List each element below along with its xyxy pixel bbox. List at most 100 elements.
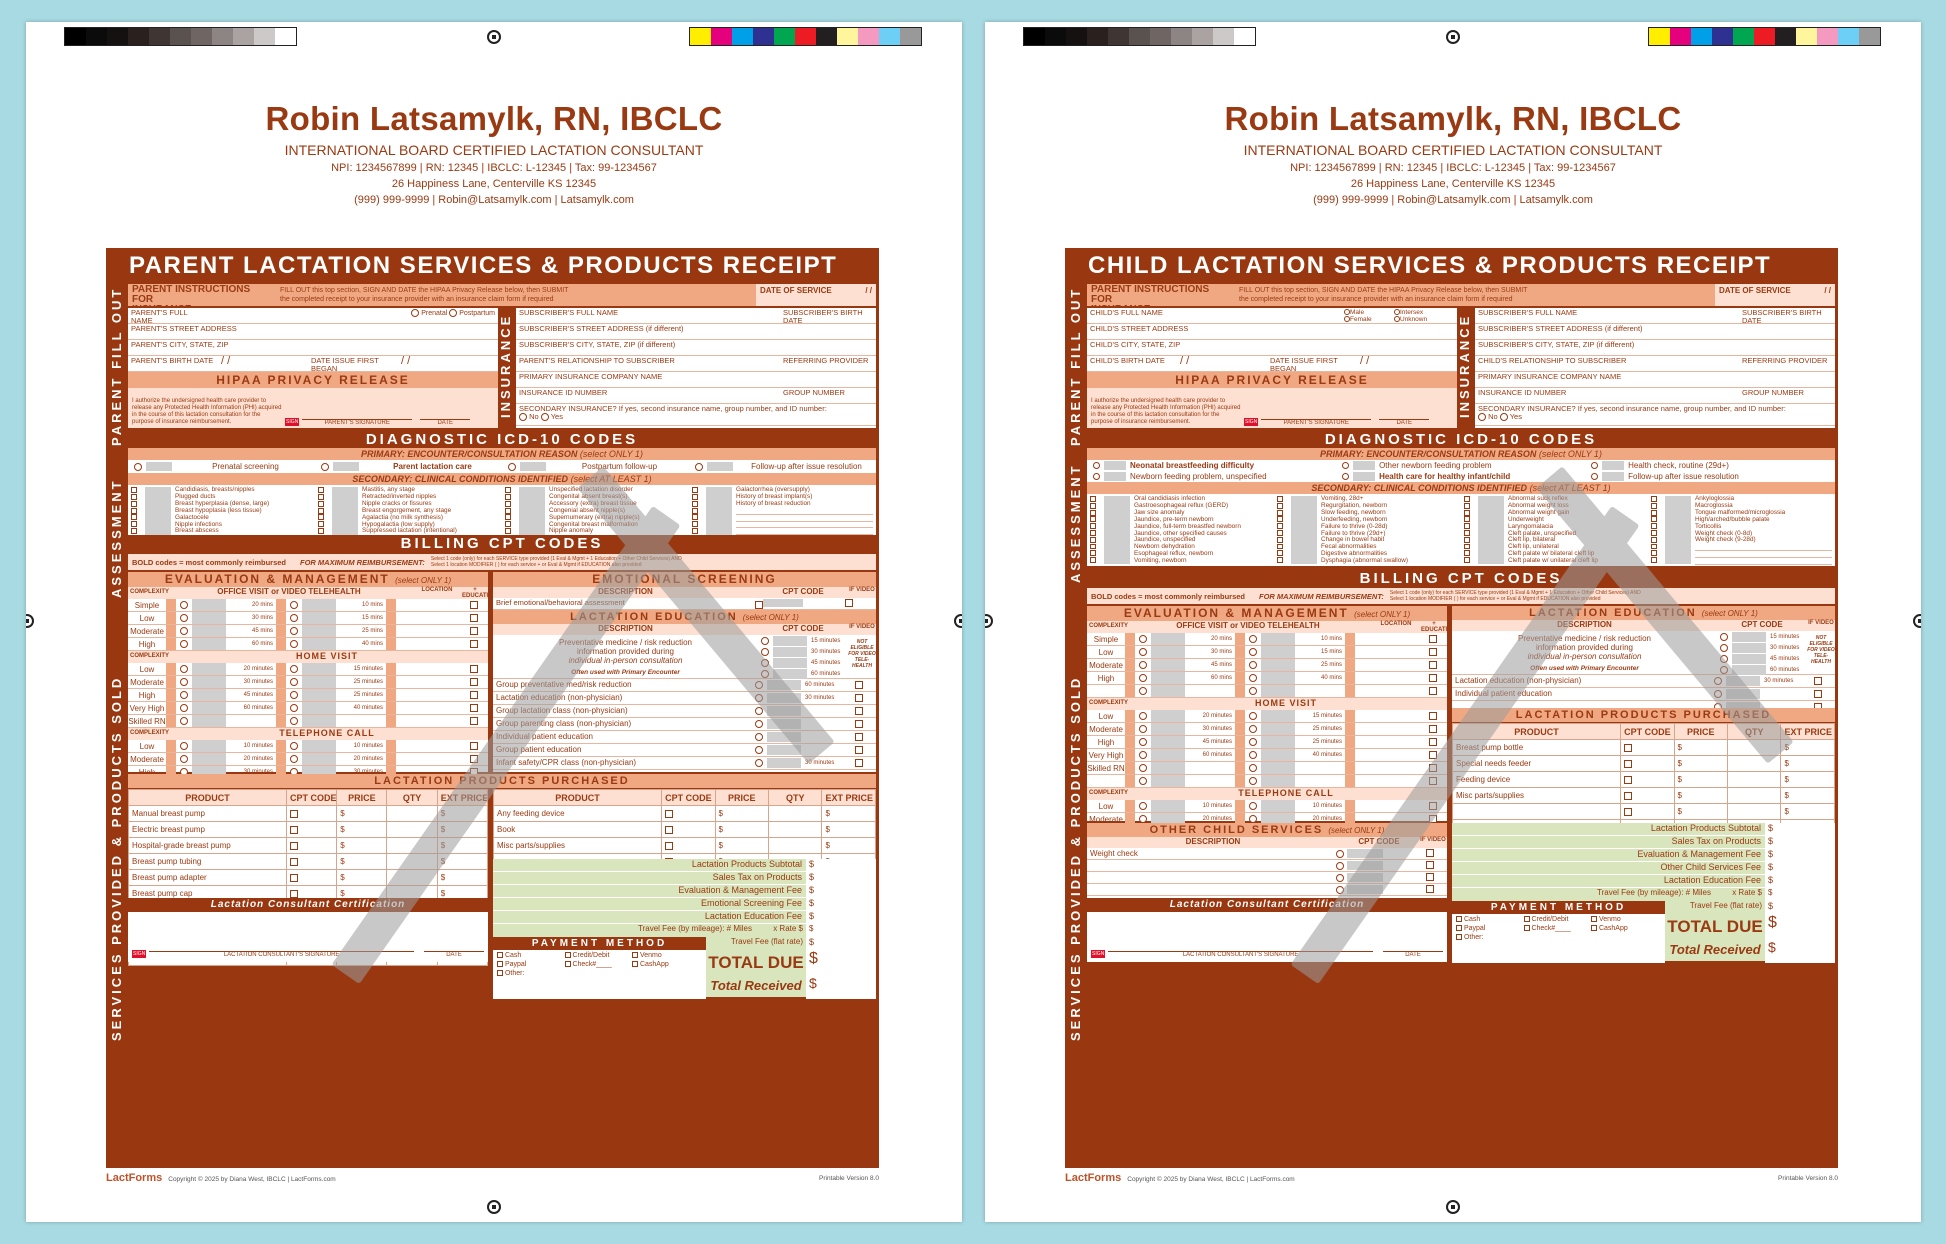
subscriber-city-field[interactable]: SUBSCRIBER'S CITY, STATE, ZIP (if differ… bbox=[1475, 340, 1835, 356]
education-checkbox[interactable] bbox=[470, 691, 478, 699]
condition-checkbox[interactable] bbox=[1277, 557, 1283, 564]
primary-insurance-field[interactable]: PRIMARY INSURANCE COMPANY NAME bbox=[1475, 372, 1835, 388]
first-visit-radio[interactable] bbox=[180, 742, 188, 750]
price-field[interactable]: $ bbox=[1673, 771, 1729, 788]
condition-checkbox[interactable] bbox=[1277, 502, 1283, 509]
first-visit-radio[interactable] bbox=[1139, 712, 1147, 720]
travel-flat-amount[interactable]: $ bbox=[1768, 901, 1835, 914]
condition-checkbox[interactable] bbox=[1277, 529, 1283, 536]
education-checkbox[interactable] bbox=[1429, 648, 1437, 656]
prev-med-radio[interactable] bbox=[1720, 632, 1728, 641]
fee-amount[interactable]: $ bbox=[806, 898, 876, 910]
first-visit-radio[interactable] bbox=[1139, 635, 1147, 643]
product-checkbox[interactable] bbox=[289, 825, 298, 834]
video-checkbox[interactable] bbox=[855, 745, 863, 754]
product-checkbox[interactable] bbox=[289, 857, 298, 866]
prev-med-option[interactable]: 30 minutes bbox=[758, 646, 848, 657]
condition-checkbox[interactable] bbox=[1090, 550, 1096, 557]
education-checkbox[interactable] bbox=[1429, 815, 1437, 823]
condition-checkbox[interactable] bbox=[318, 507, 324, 514]
education-checkbox[interactable] bbox=[1429, 777, 1437, 785]
education-checkbox[interactable] bbox=[1429, 712, 1437, 720]
x-rate-label[interactable]: x Rate $ bbox=[756, 924, 806, 937]
condition-checkbox[interactable] bbox=[1464, 502, 1470, 509]
condition-checkbox[interactable] bbox=[1464, 523, 1470, 530]
total-due-amount[interactable]: $ bbox=[809, 950, 876, 975]
first-visit-radio[interactable] bbox=[1139, 764, 1147, 772]
other-service-row[interactable] bbox=[1087, 872, 1447, 884]
education-row[interactable]: Group parenting class (non-physician) bbox=[493, 718, 876, 731]
payment-option[interactable]: Check#____ bbox=[1523, 925, 1586, 932]
first-visit-radio[interactable] bbox=[1139, 751, 1147, 759]
condition-checkbox[interactable] bbox=[1090, 543, 1096, 550]
condition-checkbox[interactable] bbox=[318, 528, 324, 535]
ext-price-field[interactable]: $ bbox=[436, 837, 489, 854]
parent-signature-field[interactable]: PARENT'S SIGNATURE bbox=[1261, 419, 1372, 426]
lc-signature-date[interactable]: DATE bbox=[1383, 951, 1443, 958]
ext-price-field[interactable]: $ bbox=[436, 869, 489, 886]
condition-checkbox[interactable] bbox=[505, 528, 511, 535]
date-of-service-field[interactable]: DATE OF SERVICE / / bbox=[756, 284, 876, 306]
primary-reason-radio[interactable] bbox=[508, 462, 516, 471]
first-visit-radio[interactable] bbox=[1139, 815, 1147, 823]
follow-up-radio[interactable] bbox=[290, 742, 298, 750]
education-row[interactable]: Group patient education bbox=[493, 744, 876, 757]
fee-amount[interactable]: $ bbox=[1765, 836, 1835, 848]
qty-field[interactable] bbox=[768, 821, 823, 838]
lc-signature-field[interactable]: LACTATION CONSULTANT'S SIGNATURE bbox=[1108, 951, 1373, 958]
payment-option[interactable]: Venmo bbox=[1591, 916, 1653, 923]
condition-checkbox[interactable] bbox=[131, 514, 137, 521]
video-checkbox[interactable] bbox=[1814, 676, 1822, 685]
ext-price-field[interactable]: $ bbox=[821, 837, 876, 854]
condition-checkbox[interactable] bbox=[692, 514, 698, 521]
ext-price-field[interactable]: $ bbox=[1780, 771, 1835, 788]
follow-up-radio[interactable] bbox=[290, 665, 298, 673]
condition-checkbox[interactable] bbox=[1277, 543, 1283, 550]
other-service-radio[interactable] bbox=[1336, 873, 1344, 882]
condition-checkbox[interactable] bbox=[1651, 496, 1657, 502]
fee-amount[interactable]: $ bbox=[806, 885, 876, 897]
video-checkbox[interactable] bbox=[1426, 873, 1434, 882]
first-visit-radio[interactable] bbox=[1139, 802, 1147, 810]
education-radio[interactable] bbox=[755, 759, 763, 767]
primary-insurance-field[interactable]: PRIMARY INSURANCE COMPANY NAME bbox=[516, 372, 876, 388]
first-visit-radio[interactable] bbox=[180, 665, 188, 673]
first-visit-radio[interactable] bbox=[1139, 661, 1147, 669]
total-received-amount[interactable]: $ bbox=[809, 975, 876, 997]
other-service-row[interactable]: Weight check bbox=[1087, 848, 1447, 860]
education-checkbox[interactable] bbox=[470, 717, 478, 725]
parent-city-field[interactable]: PARENT'S CITY, STATE, ZIP bbox=[128, 340, 498, 356]
follow-up-radio[interactable] bbox=[290, 640, 298, 648]
condition-checkbox[interactable] bbox=[1090, 502, 1096, 509]
total-received-amount[interactable]: $ bbox=[1768, 939, 1835, 961]
product-checkbox[interactable] bbox=[665, 809, 674, 818]
first-visit-radio[interactable] bbox=[180, 704, 188, 712]
qty-field[interactable] bbox=[386, 821, 438, 838]
prev-med-radio[interactable] bbox=[761, 669, 769, 678]
child-birth-date-field[interactable]: CHILD'S BIRTH DATE / / DATE ISSUE FIRST … bbox=[1087, 356, 1457, 373]
primary-reason-option[interactable]: Postpartum follow-up bbox=[502, 462, 689, 471]
condition-checkbox[interactable] bbox=[692, 500, 698, 507]
fee-amount[interactable]: $ bbox=[1765, 849, 1835, 861]
secondary-insurance-field[interactable]: SECONDARY INSURANCE? If yes, second insu… bbox=[1475, 404, 1835, 426]
qty-field[interactable] bbox=[386, 805, 438, 822]
condition-checkbox[interactable] bbox=[1090, 536, 1096, 543]
primary-reason-option[interactable]: Newborn feeding problem, unspecified bbox=[1087, 471, 1336, 482]
insurance-id-field[interactable]: INSURANCE ID NUMBER GROUP NUMBER bbox=[516, 388, 876, 404]
condition-checkbox[interactable] bbox=[692, 487, 698, 493]
secondary-no-radio[interactable] bbox=[519, 413, 527, 422]
education-row[interactable]: Lactation education (non-physician) 30 mi… bbox=[1452, 675, 1835, 688]
ext-price-field[interactable]: $ bbox=[436, 853, 489, 870]
education-checkbox[interactable] bbox=[470, 614, 478, 622]
emotional-video-checkbox[interactable] bbox=[845, 599, 853, 608]
education-checkbox[interactable] bbox=[1429, 725, 1437, 733]
condition-checkbox[interactable] bbox=[692, 521, 698, 528]
x-rate-label[interactable]: x Rate $ bbox=[1715, 888, 1765, 901]
travel-flat-amount[interactable]: $ bbox=[809, 937, 876, 950]
condition-checkbox[interactable] bbox=[1090, 496, 1096, 502]
follow-up-radio[interactable] bbox=[1249, 661, 1257, 669]
first-visit-radio[interactable] bbox=[1139, 687, 1147, 695]
condition-checkbox[interactable] bbox=[1090, 523, 1096, 530]
education-radio[interactable] bbox=[755, 681, 763, 689]
payment-option[interactable]: Check#____ bbox=[564, 961, 627, 968]
